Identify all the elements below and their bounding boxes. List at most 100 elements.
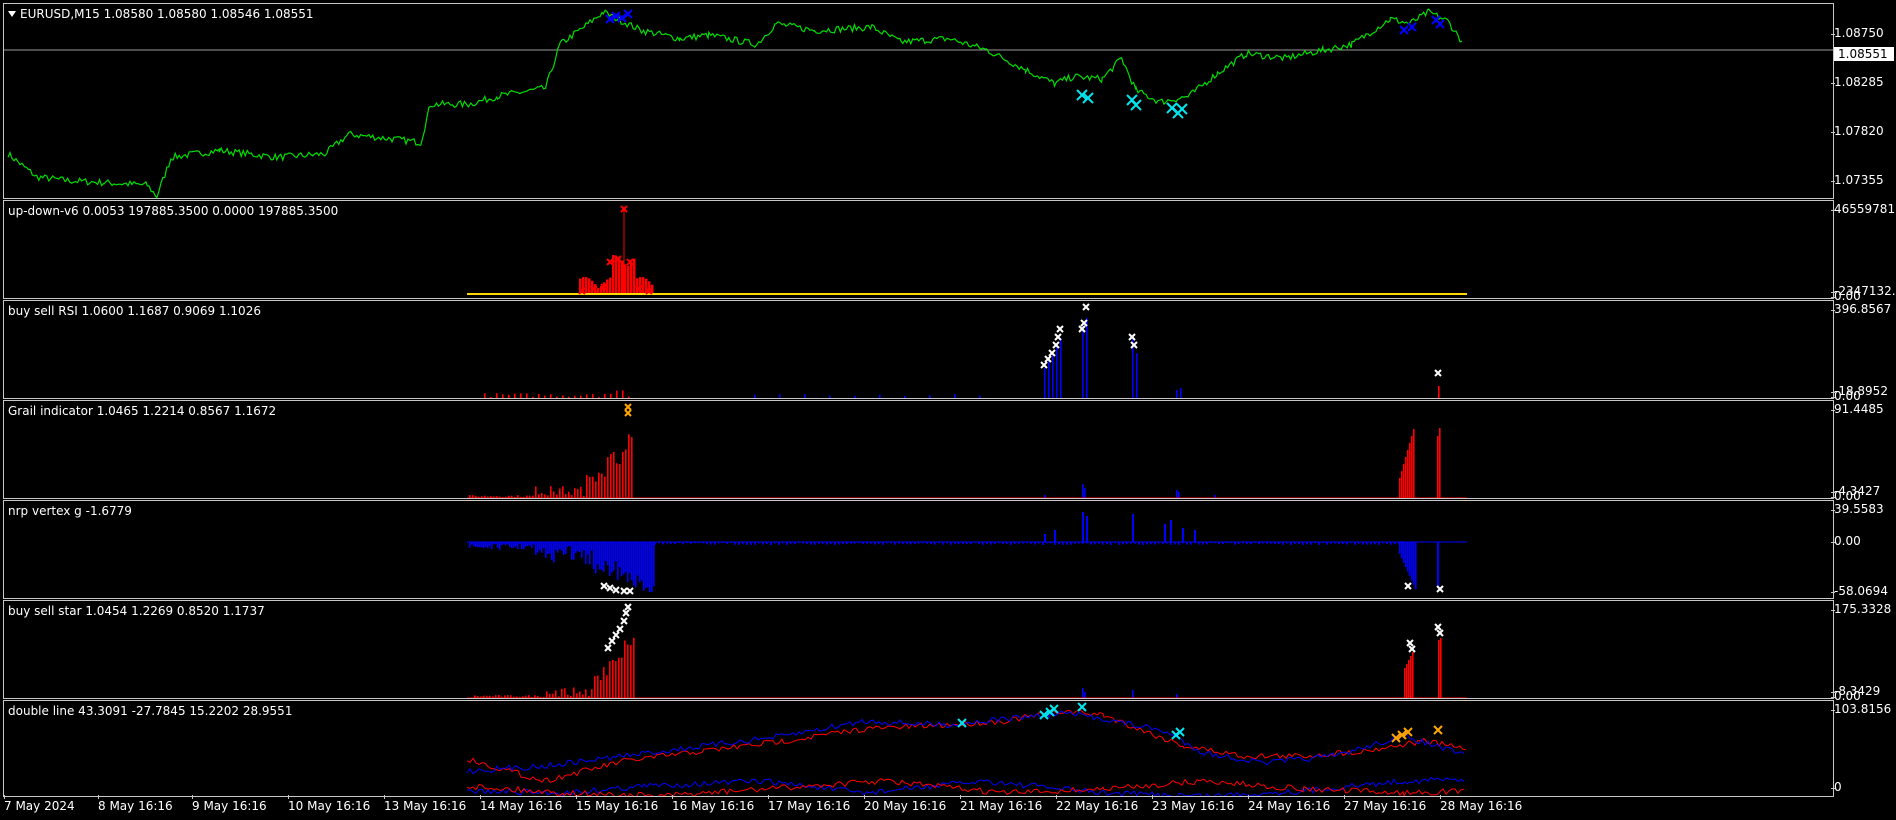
rsi-marker — [1082, 303, 1090, 311]
indicator-pane-buy-sell-rsi[interactable]: buy sell RSI 1.0600 1.1687 0.9069 1.1026 — [3, 300, 1834, 399]
grail-bar — [577, 488, 579, 498]
nrp-bar — [1262, 542, 1264, 544]
indicator-axis[interactable]: 46559781. -2347132.4 0.00 — [1830, 200, 1896, 303]
grail-bar — [586, 474, 588, 498]
star-bar — [606, 675, 608, 698]
rsi-bar — [520, 393, 522, 398]
rsi-bar — [496, 393, 498, 398]
rsi-bar — [538, 393, 540, 398]
nrp-bar — [754, 542, 756, 545]
indicator-axis[interactable]: 39.5583 0.00 -58.0694 — [1831, 500, 1896, 599]
nrp-bar — [571, 542, 573, 560]
nrp-bar — [778, 542, 780, 545]
nrp-bar — [1162, 542, 1164, 545]
nrp-bar — [1046, 542, 1048, 544]
nrp-bar — [690, 542, 692, 544]
indicator-pane-nrp-vertex[interactable]: nrp vertex g -1.6779 — [3, 500, 1834, 599]
indicator-pane-up-down[interactable]: up-down-v6 0.0053 197885.3500 0.0000 197… — [3, 200, 1834, 299]
main-price-axis[interactable]: 1.08750 1.08285 1.07820 1.07355 — [1831, 3, 1896, 199]
grail-bar — [568, 491, 570, 498]
chart-title: EURUSD,M15 1.08580 1.08580 1.08546 1.085… — [8, 7, 314, 21]
nrp-bar — [1030, 542, 1032, 544]
nrp-bar — [1094, 542, 1096, 545]
rsi-bar — [1052, 353, 1054, 398]
star-bar — [579, 691, 581, 698]
rsi-bar — [562, 395, 564, 398]
star-bar — [1412, 652, 1414, 698]
indicator-axis[interactable]: 396.8567 -18.8952 0.00 — [1830, 300, 1896, 403]
grail-bar — [574, 488, 576, 498]
nrp-bar — [587, 542, 589, 555]
nrp-bar — [473, 542, 475, 547]
star-bar — [1404, 668, 1406, 698]
indicator-pane-double-line[interactable]: double line 43.3091 -27.7845 15.2202 28.… — [3, 700, 1834, 797]
nrp-bar — [882, 542, 884, 545]
nrp-bar — [525, 542, 527, 547]
rsi-bar — [556, 396, 558, 398]
nrp-bar — [910, 542, 912, 545]
price-signal-marker — [1130, 99, 1142, 111]
grail-bar — [559, 488, 561, 498]
nrp-bar — [1350, 542, 1352, 544]
nrp-bar — [533, 542, 535, 545]
price-signal-marker — [1435, 19, 1445, 29]
nrp-bar — [1164, 524, 1166, 542]
double-line-marker — [1433, 725, 1443, 735]
indicator-axis[interactable]: 103.8156 0 — [1830, 700, 1896, 797]
indicator-axis[interactable]: 91.4485 -4.3427 0.00 — [1830, 400, 1896, 503]
nrp-bar — [1182, 528, 1184, 542]
nrp-bar — [1366, 542, 1368, 545]
indicator-title: up-down-v6 0.0053 197885.3500 0.0000 197… — [8, 204, 339, 218]
rsi-bar — [628, 396, 630, 398]
nrp-bar — [666, 542, 668, 544]
nrp-bar — [477, 542, 479, 548]
nrp-bar — [1270, 542, 1272, 544]
indicator-axis[interactable]: 175.3328 -8.3429 0.00 — [1830, 600, 1896, 703]
nrp-bar — [862, 542, 864, 544]
nrp-bar — [1118, 542, 1120, 545]
star-marker — [616, 625, 624, 633]
main-chart-pane[interactable]: EURUSD,M15 1.08580 1.08580 1.08546 1.085… — [3, 3, 1834, 199]
rsi-bar — [1176, 390, 1178, 398]
nrp-marker — [626, 587, 634, 595]
nrp-bar — [645, 542, 647, 588]
nrp-bar — [1186, 542, 1188, 545]
nrp-bar — [1250, 542, 1252, 545]
nrp-bar — [1018, 542, 1020, 544]
nrp-bar — [898, 542, 900, 544]
grail-bar — [1439, 428, 1441, 498]
rsi-bar — [1180, 388, 1182, 398]
rsi-bar — [1048, 360, 1050, 398]
nrp-bar — [621, 542, 623, 577]
price-tick: 1.08285 — [1831, 75, 1884, 89]
nrp-bar — [750, 542, 752, 545]
star-marker — [612, 631, 620, 639]
nrp-bar — [1238, 542, 1240, 545]
nrp-bar — [1386, 542, 1388, 544]
nrp-bar — [762, 542, 764, 545]
nrp-bar — [1409, 542, 1411, 576]
nrp-bar — [1110, 542, 1112, 545]
grail-bar — [604, 476, 606, 498]
nrp-bar — [1122, 542, 1124, 545]
nrp-bar — [1437, 542, 1439, 586]
indicator-pane-buy-sell-star[interactable]: buy sell star 1.0454 1.2269 0.8520 1.173… — [3, 600, 1834, 699]
nrp-bar — [914, 542, 916, 545]
star-marker — [624, 603, 632, 611]
price-tick: 1.07820 — [1831, 124, 1884, 138]
time-axis[interactable]: 7 May 2024 8 May 16:16 9 May 16:16 10 May 1… — [0, 795, 1896, 820]
up-down-bar — [630, 261, 633, 293]
nrp-bar — [1310, 542, 1312, 545]
nrp-bar — [647, 542, 649, 588]
grail-bar — [592, 476, 594, 498]
star-bar — [618, 657, 620, 698]
star-bar — [1408, 660, 1410, 698]
nrp-bar — [822, 542, 824, 545]
time-tick: 24 May 16:16 — [1248, 795, 1331, 813]
triangle-down-icon[interactable] — [8, 11, 16, 17]
nrp-bar — [497, 542, 499, 549]
indicator-pane-grail[interactable]: Grail indicator 1.0465 1.2214 0.8567 1.1… — [3, 400, 1834, 499]
nrp-bar — [1034, 542, 1036, 545]
nrp-bar — [1142, 542, 1144, 545]
rsi-bar — [879, 394, 881, 398]
